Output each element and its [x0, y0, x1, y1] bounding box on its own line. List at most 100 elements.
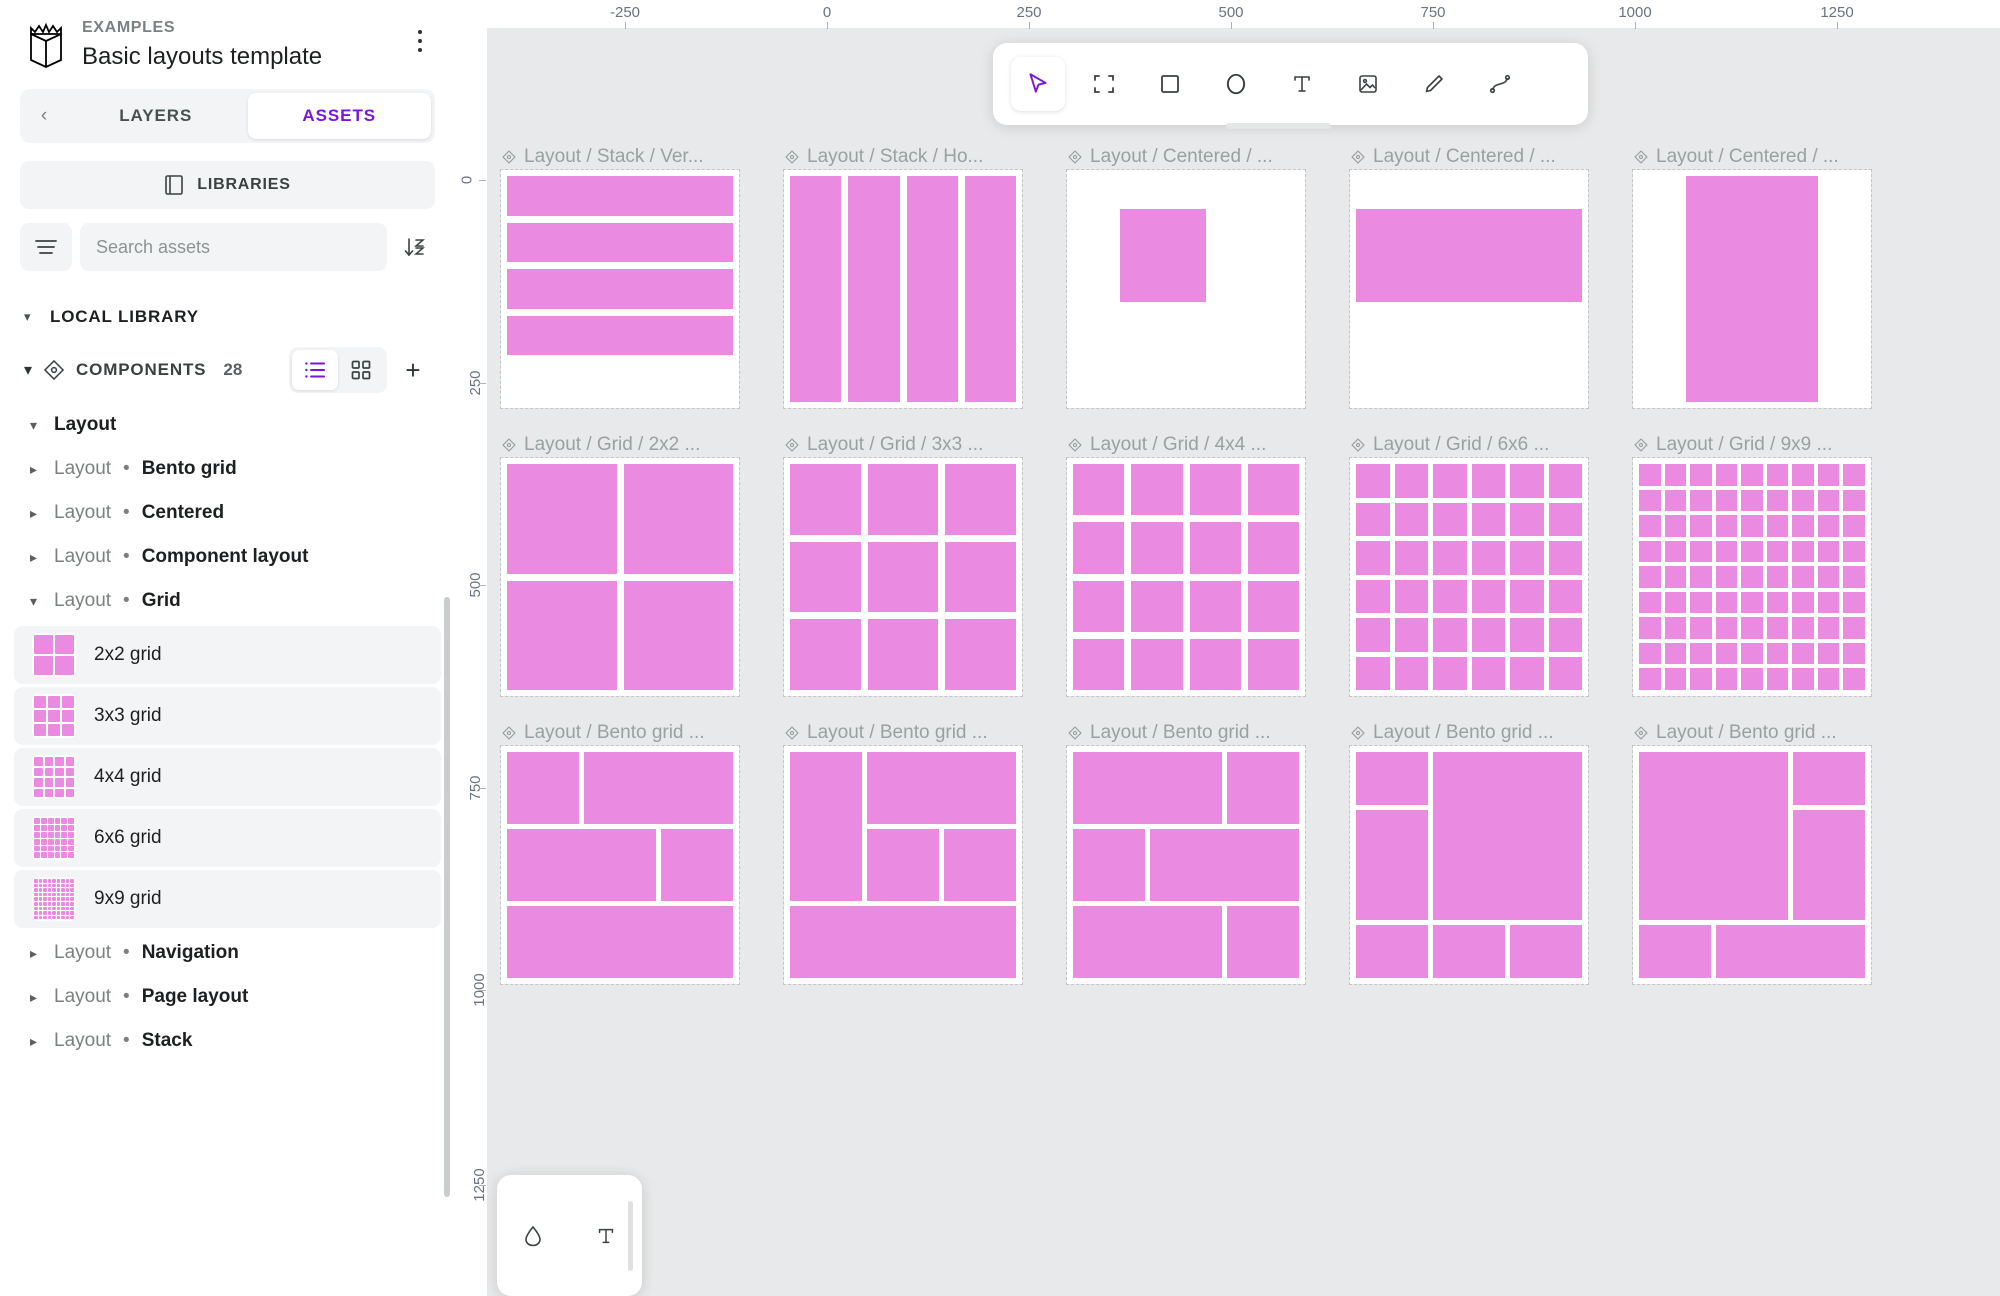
local-library-group[interactable]: ▾ LOCAL LIBRARY: [0, 297, 455, 337]
board-shape[interactable]: [1510, 925, 1582, 978]
board-shape[interactable]: [1715, 540, 1738, 563]
board[interactable]: [1632, 745, 1872, 985]
board-shape[interactable]: [1792, 566, 1814, 588]
board-shape[interactable]: [507, 829, 656, 901]
tree-folder-grid[interactable]: ▾ Layout • Grid: [0, 579, 455, 623]
board[interactable]: [1349, 745, 1589, 985]
board-shape[interactable]: [1356, 502, 1390, 536]
board-shape[interactable]: [1356, 541, 1390, 575]
board-shape[interactable]: [1471, 656, 1505, 690]
board-shape[interactable]: [1356, 209, 1582, 303]
board-shape[interactable]: [1073, 580, 1125, 632]
typography-tool[interactable]: [583, 1213, 629, 1259]
board[interactable]: [1632, 169, 1872, 409]
board-shape[interactable]: [1510, 618, 1544, 652]
board-shape[interactable]: [1131, 638, 1183, 690]
board-shape[interactable]: [1685, 176, 1819, 402]
board-shape[interactable]: [1639, 540, 1661, 563]
chevron-left-icon[interactable]: ‹: [24, 105, 64, 127]
board-shape[interactable]: [1639, 752, 1788, 921]
board-label[interactable]: Layout / Grid / 9x9 ...: [1633, 432, 1916, 458]
board-shape[interactable]: [1690, 642, 1712, 665]
board-shape[interactable]: [1792, 591, 1814, 614]
board-shape[interactable]: [1843, 489, 1865, 512]
board[interactable]: [500, 745, 740, 985]
board-shape[interactable]: [1471, 541, 1505, 575]
board-shape[interactable]: [1247, 580, 1299, 632]
list-item[interactable]: 6x6 grid: [14, 809, 441, 868]
board-shape[interactable]: [1073, 638, 1125, 690]
pencil-tool[interactable]: [1407, 57, 1461, 111]
board-shape[interactable]: [1664, 515, 1687, 537]
list-item[interactable]: 3x3 grid: [14, 687, 441, 746]
board[interactable]: [1349, 457, 1589, 697]
board-shape[interactable]: [906, 176, 958, 402]
board-shape[interactable]: [1843, 464, 1865, 486]
board-shape[interactable]: [1766, 566, 1789, 588]
board-shape[interactable]: [1227, 752, 1299, 824]
board-shape[interactable]: [1548, 541, 1582, 575]
board[interactable]: [1066, 745, 1306, 985]
board-shape[interactable]: [1715, 591, 1738, 614]
board-label[interactable]: Layout / Bento grid ...: [784, 720, 1067, 746]
board-shape[interactable]: [1073, 829, 1145, 901]
ellipse-tool[interactable]: [1209, 57, 1263, 111]
board-shape[interactable]: [1131, 580, 1183, 632]
board-shape[interactable]: [1817, 515, 1840, 537]
board-shape[interactable]: [1793, 809, 1865, 921]
board-shape[interactable]: [1715, 642, 1738, 665]
board-shape[interactable]: [1715, 668, 1738, 690]
board-shape[interactable]: [1189, 464, 1241, 516]
board-shape[interactable]: [1690, 540, 1712, 563]
board-shape[interactable]: [1817, 566, 1840, 588]
board-shape[interactable]: [1792, 668, 1814, 690]
board-shape[interactable]: [790, 906, 1016, 978]
board-shape[interactable]: [1817, 617, 1840, 639]
board-shape[interactable]: [1433, 579, 1467, 613]
board-shape[interactable]: [1766, 489, 1789, 512]
board-shape[interactable]: [1793, 752, 1865, 805]
list-view-button[interactable]: [292, 350, 338, 391]
board-shape[interactable]: [1843, 515, 1865, 537]
board-shape[interactable]: [1394, 618, 1428, 652]
board-label[interactable]: Layout / Centered / ...: [1067, 144, 1350, 170]
board-shape[interactable]: [1073, 906, 1222, 978]
board-shape[interactable]: [1766, 515, 1789, 537]
board-shape[interactable]: [1433, 541, 1467, 575]
board-shape[interactable]: [1664, 540, 1687, 563]
board-shape[interactable]: [790, 752, 862, 901]
board-shape[interactable]: [1843, 642, 1865, 665]
tree-folder-component-layout[interactable]: ▸ Layout • Component layout: [0, 535, 455, 579]
board-shape[interactable]: [1766, 617, 1789, 639]
board-shape[interactable]: [1247, 522, 1299, 574]
board-shape[interactable]: [1548, 579, 1582, 613]
board-shape[interactable]: [1741, 668, 1763, 690]
board-shape[interactable]: [1639, 591, 1661, 614]
tree-folder-page-layout[interactable]: ▸ Layout • Page layout: [0, 975, 455, 1019]
board-shape[interactable]: [1150, 829, 1299, 901]
horizontal-ruler[interactable]: -250 0 250 500 750 1000 1250: [455, 0, 2000, 29]
board-shape[interactable]: [507, 176, 733, 216]
board-shape[interactable]: [1690, 515, 1712, 537]
tree-folder-stack[interactable]: ▸ Layout • Stack: [0, 1019, 455, 1063]
tab-layers[interactable]: LAYERS: [64, 93, 248, 139]
board-shape[interactable]: [1741, 591, 1763, 614]
board-shape[interactable]: [1843, 668, 1865, 690]
board-shape[interactable]: [1356, 809, 1428, 921]
board-shape[interactable]: [1073, 522, 1125, 574]
design-canvas[interactable]: Layout / Stack / Ver... Layout / Stack / …: [487, 28, 2000, 1296]
board-shape[interactable]: [1792, 540, 1814, 563]
sort-alpha-desc-icon[interactable]: [395, 223, 435, 271]
board-shape[interactable]: [1715, 489, 1738, 512]
board-shape[interactable]: [1664, 668, 1687, 690]
add-component-button[interactable]: +: [391, 348, 435, 392]
board-shape[interactable]: [1510, 464, 1544, 498]
board-shape[interactable]: [790, 619, 861, 690]
board-label[interactable]: Layout / Grid / 6x6 ...: [1350, 432, 1633, 458]
board-label[interactable]: Layout / Stack / Ho...: [784, 144, 1067, 170]
board-shape[interactable]: [1817, 642, 1840, 665]
board-shape[interactable]: [1792, 489, 1814, 512]
board[interactable]: [1066, 457, 1306, 697]
board-shape[interactable]: [1766, 540, 1789, 563]
board-shape[interactable]: [1741, 464, 1763, 486]
